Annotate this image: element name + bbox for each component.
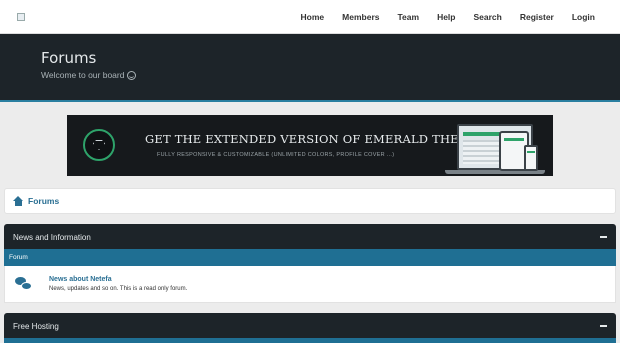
home-icon[interactable] <box>13 196 24 206</box>
top-navbar: Home Members Team Help Search Register L… <box>0 0 620 34</box>
page-subtitle: Welcome to our board <box>41 70 137 80</box>
site-logo[interactable] <box>17 13 25 21</box>
theme-banner[interactable]: GET THE EXTENDED VERSION OF EMERALD THEM… <box>67 115 553 176</box>
nav-help[interactable]: Help <box>428 12 464 22</box>
phone-mockup <box>524 145 538 171</box>
nav-search[interactable]: Search <box>464 12 510 22</box>
category-title: News and Information <box>13 232 91 242</box>
forum-description: News, updates and so on. This is a read … <box>49 286 188 292</box>
forum-name-link[interactable]: News about Netefa <box>49 276 112 283</box>
forum-row: News about Netefa News, updates and so o… <box>4 266 616 303</box>
forum-column-header: Forum <box>4 249 616 266</box>
nav-members[interactable]: Members <box>333 12 388 22</box>
breadcrumb: Forums <box>4 188 616 214</box>
subtitle-text: Welcome to our board <box>41 70 125 80</box>
banner-title: GET THE EXTENDED VERSION OF EMERALD THEM… <box>145 132 480 146</box>
nav-home[interactable]: Home <box>292 12 334 22</box>
diamond-icon <box>93 140 105 150</box>
page-title: Forums <box>41 49 97 67</box>
smiley-icon <box>127 70 137 80</box>
collapse-icon[interactable] <box>600 236 607 238</box>
category-title: Free Hosting <box>13 321 59 331</box>
nav-register[interactable]: Register <box>511 12 563 22</box>
page-header: Forums Welcome to our board <box>0 34 620 102</box>
main-nav: Home Members Team Help Search Register L… <box>292 0 604 34</box>
nav-login[interactable]: Login <box>563 12 604 22</box>
breadcrumb-forums[interactable]: Forums <box>28 196 59 206</box>
column-label-forum: Forum <box>9 254 28 261</box>
nav-team[interactable]: Team <box>388 12 428 22</box>
category-header-news: News and Information <box>4 224 616 250</box>
banner-subtitle: FULLY RESPONSIVE & CUSTOMIZABLE (UNLIMIT… <box>157 152 395 158</box>
emerald-logo <box>83 129 115 161</box>
forum-column-header <box>4 338 616 343</box>
category-header-hosting: Free Hosting <box>4 313 616 339</box>
chat-bubbles-icon <box>15 277 33 291</box>
collapse-icon[interactable] <box>600 325 607 327</box>
